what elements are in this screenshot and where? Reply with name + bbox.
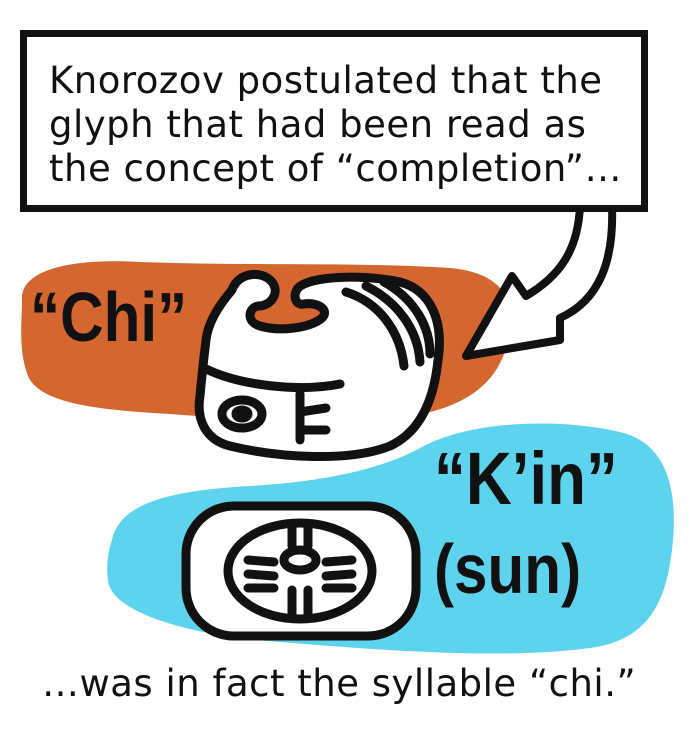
caption-line: glyph that had been read as (49, 103, 587, 146)
caption-box: Knorozov postulated that the glyph that … (20, 30, 648, 212)
kin-label: “K’in” (434, 437, 618, 520)
caption-line: Knorozov postulated that the (49, 59, 603, 102)
kin-sun-glyph-icon (181, 501, 421, 641)
comic-panel: Knorozov postulated that the glyph that … (0, 0, 692, 742)
bottom-caption: …was in fact the syllable “chi.” (42, 662, 637, 705)
caption-line: the concept of “completion”… (49, 147, 622, 190)
chi-label: “Chi” (30, 278, 188, 356)
chi-glyph-icon (194, 270, 444, 462)
sun-label: (sun) (434, 530, 582, 608)
